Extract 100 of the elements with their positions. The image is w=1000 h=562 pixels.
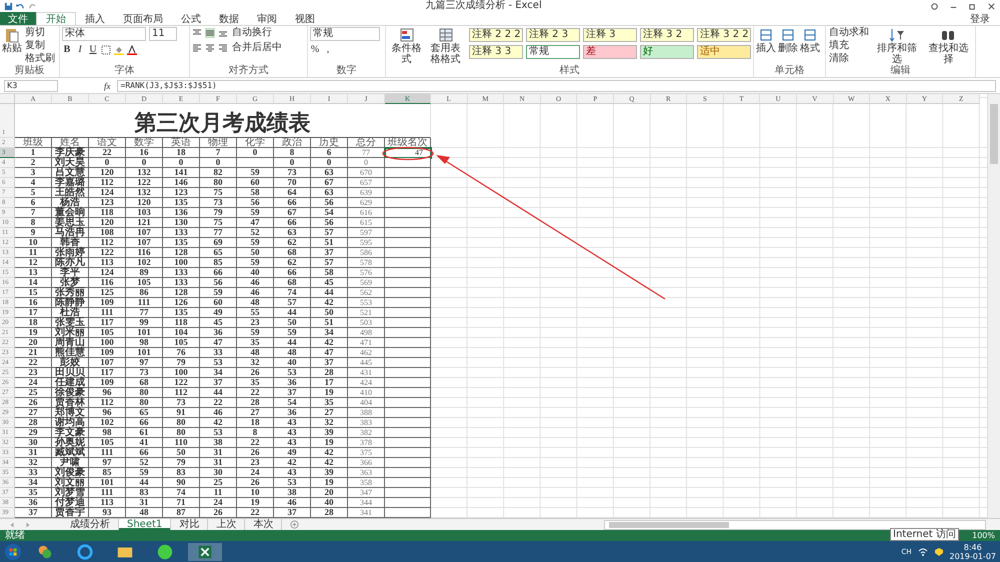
wrap-text-button[interactable]: 自动换行 [231, 27, 273, 39]
align-right-icon[interactable] [218, 43, 228, 53]
ribbon-tab[interactable]: 文件 [0, 12, 36, 25]
vertical-scrollbar[interactable] [987, 94, 1000, 518]
close-icon[interactable] [987, 2, 996, 10]
number-format-field[interactable]: 常规 [310, 27, 380, 41]
sort-filter-button[interactable]: 排序和筛选 [872, 27, 922, 65]
autosum-button[interactable]: 自动求和 [828, 27, 870, 39]
table-cell[interactable] [385, 498, 431, 508]
paste-button[interactable]: 粘贴 [2, 27, 22, 65]
formula-field[interactable]: =RANK(J3,$J$3:$J$51) [116, 80, 996, 92]
table-cell[interactable] [385, 338, 431, 348]
table-cell[interactable] [385, 238, 431, 248]
table-cell[interactable] [385, 408, 431, 418]
cell-style-item[interactable]: 注释 3 2 [640, 28, 694, 42]
add-sheet-icon[interactable] [290, 520, 300, 529]
border-icon[interactable] [101, 44, 111, 54]
fill-button[interactable]: 填充 [828, 40, 870, 52]
cell-style-item[interactable]: 注释 3 [583, 28, 637, 42]
table-cell[interactable] [385, 368, 431, 378]
find-select-button[interactable]: 查找和选择 [924, 27, 973, 65]
zoom-level[interactable]: 100% [972, 530, 995, 541]
clock-date[interactable]: 2019-01-07 [950, 552, 996, 560]
cells-button[interactable]: 删除 [778, 27, 798, 65]
cells-button[interactable]: 格式 [800, 27, 820, 65]
merge-center-button[interactable]: 合并后居中 [231, 42, 283, 54]
cell-style-item[interactable]: 差 [583, 45, 637, 59]
percent-button[interactable]: % [310, 44, 320, 55]
comma-button[interactable]: , [323, 44, 333, 55]
table-cell[interactable] [385, 298, 431, 308]
align-left-icon[interactable] [192, 43, 202, 53]
format-as-table-button[interactable]: 套用表格格式 [427, 27, 464, 65]
bold-button[interactable]: B [62, 44, 72, 55]
table-cell[interactable] [385, 488, 431, 498]
cell-style-item[interactable]: 常规 [526, 45, 580, 59]
table-cell[interactable] [385, 248, 431, 258]
name-box[interactable]: K3 [4, 80, 58, 92]
table-cell[interactable] [385, 328, 431, 338]
table-cell[interactable] [385, 208, 431, 218]
cell-style-item[interactable]: 适中 [697, 45, 751, 59]
table-cell[interactable] [385, 268, 431, 278]
table-cell[interactable] [385, 158, 431, 168]
table-cell[interactable] [385, 378, 431, 388]
cut-button[interactable]: 剪切 [24, 27, 56, 39]
table-cell[interactable] [385, 188, 431, 198]
cells-button[interactable]: 插入 [756, 27, 776, 65]
table-cell[interactable] [385, 288, 431, 298]
clear-button[interactable]: 清除 [828, 53, 870, 65]
ribbon-tab[interactable]: 公式 [172, 12, 210, 25]
format-painter-button[interactable]: 格式刷 [24, 53, 56, 65]
ribbon-tab[interactable]: 页面布局 [114, 12, 172, 25]
align-middle-icon[interactable] [205, 28, 215, 38]
cell-style-item[interactable]: 注释 2 2 2 [469, 28, 523, 42]
table-cell[interactable] [385, 388, 431, 398]
table-cell[interactable] [385, 258, 431, 268]
align-center-icon[interactable] [205, 43, 215, 53]
undo-icon[interactable] [16, 2, 25, 10]
ribbon-tab[interactable]: 视图 [286, 12, 324, 25]
cell-style-item[interactable]: 注释 3 3 [469, 45, 523, 59]
copy-button[interactable]: 复制 [24, 40, 56, 52]
save-icon[interactable] [4, 2, 13, 10]
start-button-icon[interactable] [4, 542, 22, 560]
ribbon-tab[interactable]: 插入 [76, 12, 114, 25]
login-link[interactable]: 登录 [970, 12, 1000, 25]
font-name-field[interactable]: 宋体 [62, 27, 146, 41]
table-cell[interactable] [385, 358, 431, 368]
horizontal-scrollbar[interactable] [604, 520, 986, 530]
table-cell[interactable] [385, 178, 431, 188]
table-cell[interactable] [385, 198, 431, 208]
table-cell[interactable] [385, 308, 431, 318]
table-cell[interactable] [385, 348, 431, 358]
table-cell[interactable] [385, 448, 431, 458]
spreadsheet-app-icon[interactable] [188, 542, 222, 560]
table-cell[interactable] [385, 428, 431, 438]
conditional-format-button[interactable]: 条件格式 [388, 27, 425, 65]
table-cell[interactable] [385, 418, 431, 428]
table-cell[interactable] [385, 218, 431, 228]
restore-icon[interactable] [968, 2, 977, 10]
table-cell[interactable] [385, 458, 431, 468]
table-cell[interactable] [385, 508, 431, 518]
table-cell[interactable] [385, 228, 431, 238]
ribbon-tab[interactable]: 开始 [36, 12, 76, 25]
font-color-icon[interactable] [127, 44, 137, 54]
underline-button[interactable]: U [88, 44, 98, 55]
italic-button[interactable]: I [75, 44, 85, 55]
table-cell[interactable] [385, 478, 431, 488]
table-cell[interactable] [385, 168, 431, 178]
cell-style-item[interactable]: 注释 2 3 [526, 28, 580, 42]
wifi-icon[interactable] [918, 546, 928, 556]
table-cell[interactable] [385, 278, 431, 288]
table-cell[interactable] [385, 438, 431, 448]
cell-style-item[interactable]: 注释 3 2 2 [697, 28, 751, 42]
ribbon-tab[interactable]: 数据 [210, 12, 248, 25]
font-size-field[interactable]: 11 [149, 27, 177, 41]
clock-time[interactable]: 8:46 [964, 542, 982, 552]
shield-icon[interactable] [934, 546, 944, 556]
table-cell[interactable] [385, 318, 431, 328]
sheet-tab[interactable]: Sheet1 [119, 519, 172, 530]
help-icon[interactable] [930, 2, 939, 10]
ribbon-tab[interactable]: 审阅 [248, 12, 286, 25]
